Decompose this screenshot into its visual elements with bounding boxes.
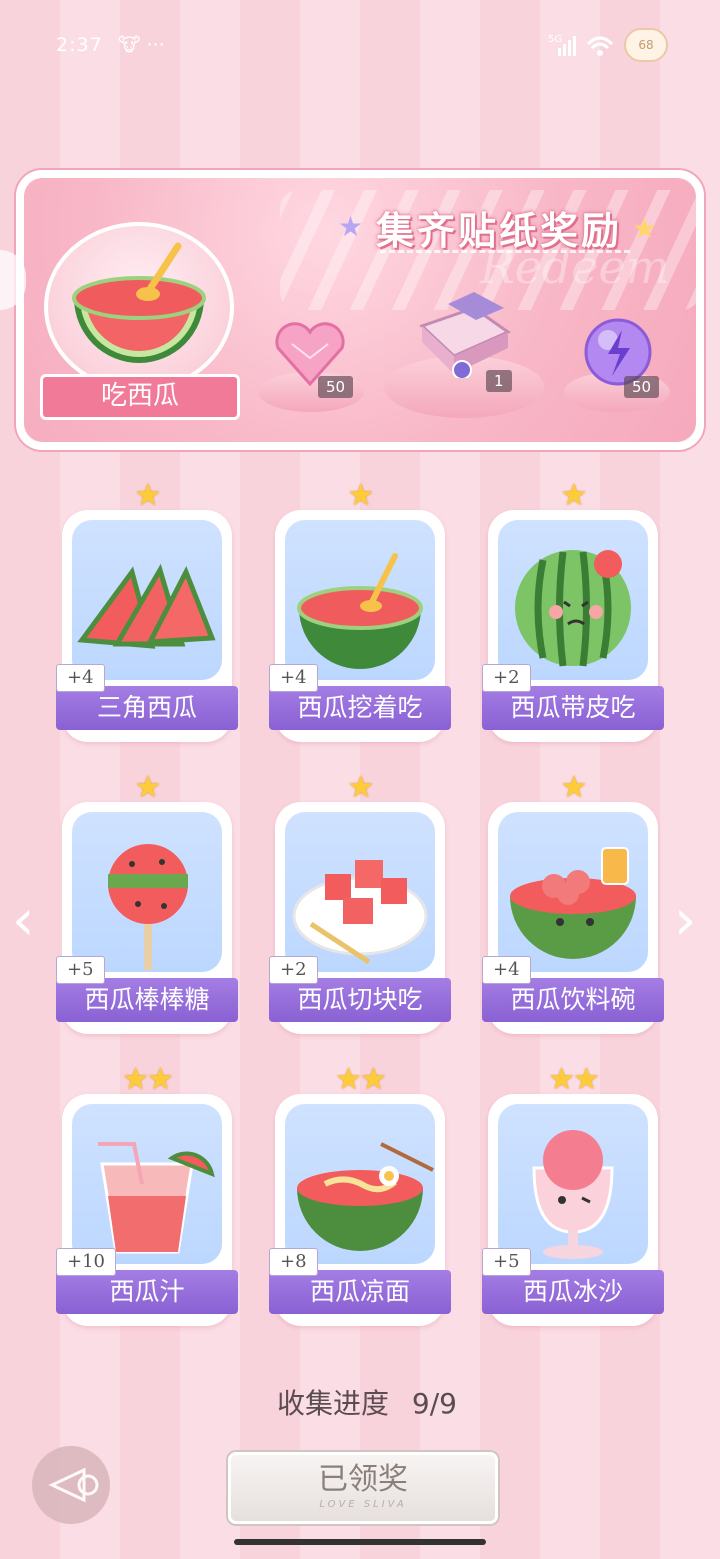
status-extras: 🐮 ··· — [118, 34, 165, 56]
watermelon-lollipop-icon — [108, 844, 188, 970]
watermelon-drink-bowl-icon — [510, 847, 636, 959]
gift-box-icon — [419, 292, 512, 378]
star-rating: ★ — [347, 478, 375, 513]
purple-star-icon: ★ — [338, 210, 364, 243]
star-rating: ★ — [560, 478, 588, 513]
points-badge: +4 — [56, 664, 105, 692]
star-rating: ★★ — [335, 1062, 387, 1097]
star-rating: ★★ — [548, 1062, 600, 1097]
claimed-button-label: 已领奖 — [318, 1462, 408, 1497]
reward-count: 50 — [318, 376, 354, 398]
star-rating: ★ — [560, 770, 588, 805]
watermelon-bowl-icon — [72, 242, 206, 363]
prev-page-arrow-icon[interactable]: ‹ — [12, 888, 34, 953]
sticker-image — [498, 1104, 648, 1264]
sticker-label: 西瓜带皮吃 — [482, 686, 664, 730]
points-badge: +5 — [482, 1248, 531, 1276]
sticker-label: 西瓜饮料碗 — [482, 978, 664, 1022]
star-rating: ★ — [134, 478, 162, 513]
watermelon-cubes-icon — [292, 860, 428, 965]
sticker-card[interactable]: ★ 西瓜棒棒糖 +5 — [56, 770, 238, 1034]
svg-text:5G: 5G — [548, 34, 562, 45]
watermelon-slush-icon — [532, 1130, 614, 1259]
sticker-image — [72, 520, 222, 680]
status-bar: 2:37 🐮 ··· 5G 68 — [0, 0, 720, 96]
sticker-image — [72, 1104, 222, 1264]
main-sticker-label: 吃西瓜 — [40, 374, 240, 420]
sticker-card[interactable]: ★ 西瓜饮料碗 +4 — [482, 770, 664, 1034]
home-indicator[interactable] — [234, 1539, 486, 1545]
sticker-card[interactable]: ★★ 西瓜凉面 +8 — [269, 1062, 451, 1326]
back-button[interactable] — [32, 1446, 110, 1524]
claimed-button-sub: LOVE SLIVA — [319, 1499, 407, 1510]
sticker-card[interactable]: ★ 西瓜挖着吃 +4 — [269, 478, 451, 742]
sticker-card[interactable]: ★★ 西瓜冰沙 +5 — [482, 1062, 664, 1326]
sticker-label: 西瓜冰沙 — [482, 1270, 664, 1314]
points-badge: +4 — [269, 664, 318, 692]
sticker-image — [285, 812, 435, 972]
watermelon-triangle-icon — [77, 563, 216, 649]
sticker-label: 西瓜棒棒糖 — [56, 978, 238, 1022]
sticker-card[interactable]: ★★ 西瓜汁 +10 — [56, 1062, 238, 1326]
points-badge: +10 — [56, 1248, 116, 1276]
sticker-card[interactable]: ★ 三角西瓜 +4 — [56, 478, 238, 742]
sticker-image — [498, 520, 648, 680]
sticker-card[interactable]: ★ 西瓜带皮吃 +2 — [482, 478, 664, 742]
reward-count: 50 — [624, 376, 660, 398]
points-badge: +2 — [482, 664, 531, 692]
sticker-label: 西瓜凉面 — [269, 1270, 451, 1314]
back-arrow-icon — [48, 1467, 99, 1503]
sticker-label: 西瓜切块吃 — [269, 978, 451, 1022]
points-badge: +4 — [482, 956, 531, 984]
watermelon-noodles-icon — [297, 1142, 434, 1251]
banner-title: 集齐贴纸奖励 — [376, 209, 623, 253]
star-rating: ★ — [134, 770, 162, 805]
watermelon-half-icon — [297, 553, 423, 669]
battery-icon: 68 — [624, 28, 668, 62]
star-rating: ★ — [347, 770, 375, 805]
status-time: 2:37 — [56, 34, 103, 56]
sticker-image — [72, 812, 222, 972]
progress-value: 9/9 — [411, 1387, 457, 1420]
progress-label: 收集进度 — [277, 1387, 390, 1420]
sticker-image — [498, 812, 648, 972]
yellow-star-icon: ★ — [632, 212, 658, 245]
whole-watermelon-icon — [515, 550, 631, 667]
reward-count: 1 — [486, 370, 512, 392]
collection-progress: 收集进度 9/9 — [0, 1382, 720, 1422]
sticker-image — [285, 520, 435, 680]
signal-wifi-icon: 5G — [548, 34, 614, 56]
banner-divider — [380, 250, 630, 253]
claimed-button[interactable]: 已领奖 LOVE SLIVA — [228, 1452, 498, 1524]
sticker-label: 西瓜汁 — [56, 1270, 238, 1314]
points-badge: +2 — [269, 956, 318, 984]
sticker-image — [285, 1104, 435, 1264]
next-page-arrow-icon[interactable]: › — [674, 888, 696, 953]
star-rating: ★★ — [122, 1062, 174, 1097]
points-badge: +5 — [56, 956, 105, 984]
points-badge: +8 — [269, 1248, 318, 1276]
sticker-label: 三角西瓜 — [56, 686, 238, 730]
sticker-card[interactable]: ★ 西瓜切块吃 +2 — [269, 770, 451, 1034]
watermelon-juice-icon — [98, 1142, 215, 1254]
sticker-label: 西瓜挖着吃 — [269, 686, 451, 730]
main-sticker-bubble — [44, 222, 234, 392]
